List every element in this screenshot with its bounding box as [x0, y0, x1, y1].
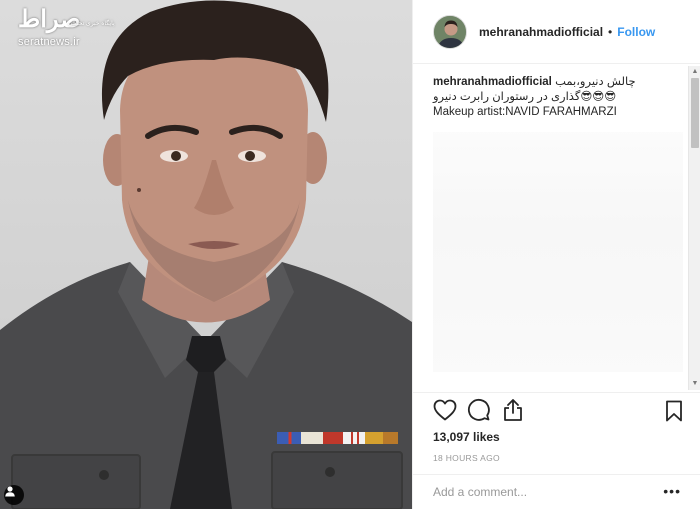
watermark-tagline: پایگاه خبری تحلیلی — [68, 21, 115, 27]
share-icon — [502, 398, 524, 427]
header-username[interactable]: mehranahmadiofficial — [479, 25, 603, 39]
watermark-logo: صراط — [18, 4, 81, 33]
watermark-site: seratnews.ir — [18, 36, 80, 48]
tagged-users-button[interactable] — [4, 485, 24, 505]
arrow-down-icon[interactable]: ▼ — [691, 380, 699, 388]
ribbon-bar — [277, 432, 398, 444]
header-separator: • — [608, 24, 613, 39]
loading-placeholder — [433, 132, 683, 372]
portrait-illustration — [0, 0, 412, 509]
comments-scrollbar[interactable]: ▲ ▼ — [688, 66, 700, 390]
comment-icon — [467, 398, 491, 427]
caption-line-3: Makeup artist:NAVID FARAHMARZI — [433, 106, 617, 118]
bookmark-icon — [665, 400, 683, 427]
share-button[interactable] — [501, 398, 525, 427]
likes-count[interactable]: 13,097 likes — [433, 430, 500, 444]
caption-line-2: 😎😎😎گذاری در رستوران رابرت دنیرو — [433, 91, 617, 103]
avatar[interactable] — [433, 14, 467, 49]
site-watermark: صراط پایگاه خبری تحلیلی seratnews.ir — [18, 4, 115, 49]
caption: mehranahmadiofficial چالش دنیرو،بمب 😎😎😎گ… — [413, 64, 700, 120]
more-options-button[interactable]: ••• — [663, 484, 681, 498]
caption-username[interactable]: mehranahmadiofficial — [433, 76, 552, 88]
post-photo[interactable]: صراط پایگاه خبری تحلیلی seratnews.ir — [0, 0, 412, 509]
post-sidebar: mehranahmadiofficial • Follow mehranahma… — [412, 0, 700, 509]
scroll-thumb[interactable] — [691, 78, 699, 148]
like-button[interactable] — [433, 399, 457, 426]
add-comment-bar: ••• — [413, 474, 700, 509]
heart-icon — [433, 399, 457, 426]
arrow-up-icon[interactable]: ▲ — [691, 68, 699, 76]
save-button[interactable] — [663, 400, 685, 427]
post-header: mehranahmadiofficial • Follow — [413, 0, 700, 64]
follow-button[interactable]: Follow — [617, 25, 655, 39]
action-bar — [413, 392, 700, 432]
post-timestamp[interactable]: 18 HOURS AGO — [433, 453, 500, 463]
comment-button[interactable] — [467, 398, 491, 427]
caption-line-1: چالش دنیرو،بمب — [555, 76, 636, 88]
comment-input[interactable] — [433, 485, 653, 499]
comments-area[interactable]: mehranahmadiofficial چالش دنیرو،بمب 😎😎😎گ… — [413, 64, 700, 392]
